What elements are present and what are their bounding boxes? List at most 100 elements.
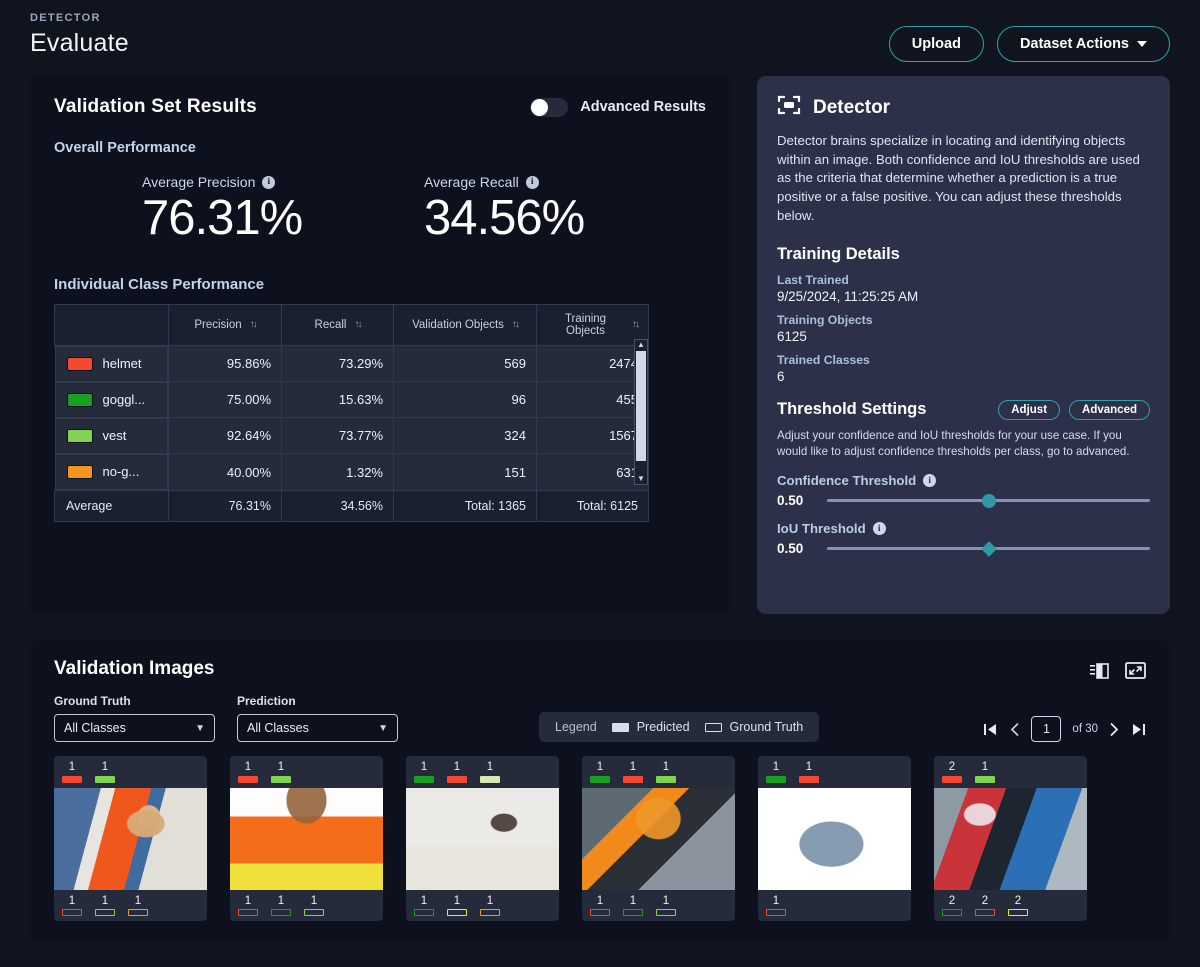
slider-handle[interactable]	[981, 541, 997, 557]
legend-item-predicted: Predicted	[612, 720, 690, 734]
prediction-select-value: All Classes	[247, 721, 309, 735]
advanced-results-toggle[interactable]	[530, 98, 568, 117]
class-count-badge: 1	[447, 762, 467, 783]
training-details-heading: Training Details	[777, 245, 1150, 264]
upload-button[interactable]: Upload	[889, 26, 984, 62]
ground-truth-badges: 1 1 1	[230, 890, 383, 922]
class-performance-table: Precision ↑↓ Recall ↑↓ V	[54, 304, 649, 522]
prediction-filter-label: Prediction	[237, 694, 398, 708]
row-class-cell: goggl...	[55, 382, 169, 418]
class-count-badge: 2	[942, 896, 962, 917]
legend-ground-truth-label: Ground Truth	[730, 720, 804, 734]
validation-thumbnail[interactable]: 111111	[582, 756, 735, 921]
table-row[interactable]: goggl...75.00%15.63%96455	[55, 382, 649, 418]
class-count-badge: 1	[656, 762, 676, 783]
previous-page-icon[interactable]	[1009, 722, 1020, 737]
column-precision[interactable]: Precision ↑↓	[169, 304, 282, 345]
ground-truth-filter: Ground Truth All Classes ▼	[54, 694, 215, 742]
fullscreen-icon[interactable]	[1125, 662, 1146, 679]
validation-thumbnail[interactable]: 111	[758, 756, 911, 921]
first-page-icon[interactable]	[983, 722, 998, 737]
class-name: helmet	[103, 356, 142, 371]
last-page-icon[interactable]	[1131, 722, 1146, 737]
badge-count: 1	[245, 896, 251, 908]
pagination: 1 of 30	[983, 716, 1146, 742]
badge-count: 1	[311, 896, 317, 908]
column-training-objects[interactable]: Training Objects ↑↓	[537, 304, 649, 345]
page-number-input[interactable]: 1	[1031, 716, 1061, 742]
threshold-settings-title: Threshold Settings	[777, 400, 926, 419]
info-icon[interactable]: i	[873, 522, 886, 535]
threshold-description: Adjust your confidence and IoU threshold…	[777, 428, 1150, 460]
sort-icon[interactable]: ↑↓	[354, 319, 360, 330]
sort-icon[interactable]: ↑↓	[250, 319, 256, 330]
slider-handle[interactable]	[982, 494, 996, 508]
panel-layout-icon[interactable]	[1090, 663, 1109, 679]
table-scrollbar[interactable]: ▲ ▼	[634, 339, 648, 485]
badge-color-chip-icon	[656, 776, 676, 783]
scrollbar-thumb[interactable]	[636, 351, 646, 461]
predicted-badges: 111	[406, 756, 559, 788]
advanced-button[interactable]: Advanced	[1069, 400, 1150, 420]
validation-images-header: Validation Images	[54, 658, 1146, 680]
badge-color-chip-icon	[447, 776, 467, 783]
prediction-select[interactable]: All Classes ▼	[237, 714, 398, 742]
row-class-cell: vest	[55, 418, 169, 454]
adjust-button[interactable]: Adjust	[998, 400, 1060, 420]
upload-button-label: Upload	[912, 36, 961, 52]
table-row[interactable]: helmet95.86%73.29%5692474	[55, 345, 649, 382]
scroll-down-icon[interactable]: ▼	[637, 474, 645, 484]
ground-truth-select[interactable]: All Classes ▼	[54, 714, 215, 742]
badge-color-chip-icon	[480, 909, 500, 916]
class-count-badge: 1	[623, 896, 643, 917]
average-precision-value: 76.31%	[142, 192, 424, 246]
table-row[interactable]: no-g...40.00%1.32%151631	[55, 454, 649, 491]
next-page-icon[interactable]	[1109, 722, 1120, 737]
detail-value: 9/25/2024, 11:25:25 AM	[777, 289, 1150, 304]
sort-icon[interactable]: ↑↓	[632, 319, 638, 330]
badge-count: 2	[1015, 896, 1021, 908]
row-recall: 15.63%	[282, 382, 394, 418]
column-validation-objects[interactable]: Validation Objects ↑↓	[394, 304, 537, 345]
badge-count: 1	[421, 762, 427, 774]
badge-color-chip-icon	[799, 776, 819, 783]
row-recall: 1.32%	[282, 454, 394, 491]
info-icon[interactable]: i	[262, 176, 275, 189]
badge-count: 1	[663, 762, 669, 774]
badge-color-chip-icon	[95, 909, 115, 916]
confidence-threshold-slider[interactable]	[827, 499, 1150, 502]
thumbnail-image	[758, 788, 911, 890]
overall-metrics: Average Precision i 76.31% Average Recal…	[54, 174, 706, 246]
validation-thumbnail[interactable]: 21222	[934, 756, 1087, 921]
badge-color-chip-icon	[271, 776, 291, 783]
badge-count: 1	[630, 762, 636, 774]
badge-color-chip-icon	[766, 776, 786, 783]
validation-thumbnail[interactable]: 11111	[230, 756, 383, 921]
row-recall: 73.77%	[282, 418, 394, 454]
header-titles: DETECTOR Evaluate	[30, 12, 129, 58]
badge-count: 1	[630, 896, 636, 908]
badge-count: 1	[102, 762, 108, 774]
dataset-actions-button[interactable]: Dataset Actions	[997, 26, 1170, 62]
class-count-badge: 1	[766, 896, 786, 917]
validation-thumbnail[interactable]: 111111	[406, 756, 559, 921]
validation-set-results-panel: Validation Set Results Advanced Results …	[30, 76, 730, 614]
validation-thumbnail[interactable]: 11111	[54, 756, 207, 921]
detail-last-trained: Last Trained 9/25/2024, 11:25:25 AM	[777, 273, 1150, 304]
scroll-up-icon[interactable]: ▲	[637, 340, 645, 350]
sort-icon[interactable]: ↑↓	[512, 319, 518, 330]
info-icon[interactable]: i	[923, 474, 936, 487]
footer-training-objects: Total: 6125	[537, 490, 649, 521]
badge-count: 1	[487, 896, 493, 908]
badge-count: 1	[245, 762, 251, 774]
info-icon[interactable]: i	[526, 176, 539, 189]
breadcrumb-eyebrow: DETECTOR	[30, 12, 129, 24]
average-precision-label: Average Precision	[142, 174, 255, 190]
badge-count: 1	[278, 896, 284, 908]
table-footer-row: Average 76.31% 34.56% Total: 1365 Total:…	[55, 490, 649, 521]
legend-predicted-label: Predicted	[637, 720, 690, 734]
table-row[interactable]: vest92.64%73.77%3241567	[55, 418, 649, 454]
class-performance-table-wrap: Precision ↑↓ Recall ↑↓ V	[54, 304, 666, 522]
column-recall[interactable]: Recall ↑↓	[282, 304, 394, 345]
iou-threshold-slider[interactable]	[827, 547, 1150, 550]
